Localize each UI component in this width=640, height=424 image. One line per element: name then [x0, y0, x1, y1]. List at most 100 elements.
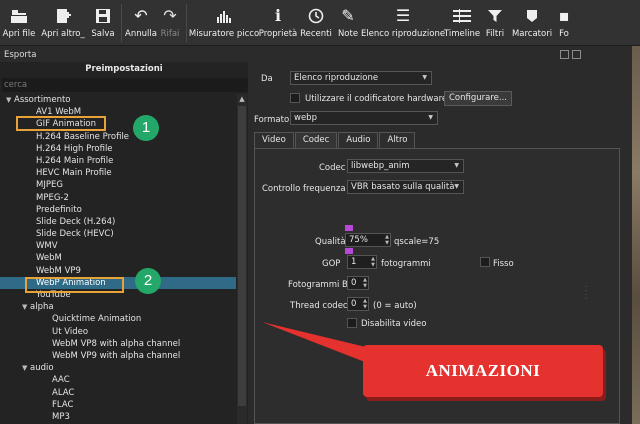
filters-button[interactable]: Filtri: [480, 0, 510, 45]
b-frames-label: Fotogrammi B: [288, 280, 348, 290]
close-panel-icon[interactable]: [572, 50, 581, 59]
format-select[interactable]: webp ▼: [290, 111, 438, 125]
info-icon: i: [274, 6, 282, 25]
tree-item-label: WebM VP8 with alpha channel: [52, 338, 181, 349]
peak-meter-icon: [216, 5, 232, 27]
quality-spinbox[interactable]: 75% ▲ ▼: [345, 233, 391, 247]
tree-item-label: WMV: [36, 241, 58, 252]
tree-item[interactable]: Slide Deck (H.264): [0, 216, 236, 228]
scroll-up-icon[interactable]: ▲: [237, 94, 247, 104]
tree-item-label: HEVC Main Profile: [36, 168, 112, 179]
tree-group[interactable]: ▼ audio: [0, 362, 236, 374]
gop-label: GOP: [322, 259, 341, 269]
markers-button[interactable]: Marcatori: [510, 0, 554, 45]
tree-item-label: alpha: [30, 302, 54, 313]
undo-button[interactable]: ↶ Annulla: [125, 0, 157, 45]
expand-arrow-icon[interactable]: ▼: [22, 301, 30, 313]
tab-audio[interactable]: Audio: [338, 132, 379, 148]
presets-scrollbar[interactable]: ▲: [237, 94, 247, 424]
tree-item[interactable]: MJPEG: [0, 179, 236, 191]
configure-button[interactable]: Configurare...: [444, 91, 513, 106]
tree-item-label: WebM VP9 with alpha channel: [52, 350, 181, 361]
tree-item-label: MPEG-2: [36, 192, 69, 203]
tree-item[interactable]: Predefinito: [0, 204, 236, 216]
tree-item-label: MJPEG: [36, 180, 63, 191]
recent-button[interactable]: Recenti: [298, 0, 334, 45]
notes-icon: ✎: [341, 6, 355, 25]
scrollbar-thumb[interactable]: [238, 106, 246, 406]
video-preview-edge: [632, 46, 640, 424]
hw-encoder-checkbox[interactable]: [290, 93, 300, 103]
peak-meter-button[interactable]: Misuratore picco: [189, 0, 259, 45]
spin-arrows-icon[interactable]: ▲ ▼: [371, 256, 375, 268]
spin-arrows-icon[interactable]: ▲ ▼: [363, 298, 367, 310]
tree-group[interactable]: ▼ Assortimento: [0, 94, 236, 106]
tree-item[interactable]: ALAC: [0, 387, 236, 399]
spin-arrows-icon[interactable]: ▲ ▼: [363, 277, 367, 289]
timeline-icon: [453, 5, 471, 27]
open-file-button[interactable]: Apri file: [0, 0, 38, 45]
tree-item[interactable]: HEVC Main Profile: [0, 167, 236, 179]
toolbar-separator: [121, 4, 122, 42]
fixed-gop-checkbox[interactable]: [480, 257, 490, 267]
toolbar-separator: [186, 4, 187, 42]
open-other-button[interactable]: Apri altro_: [38, 0, 88, 45]
tree-item-label: FLAC: [52, 399, 74, 410]
tree-group[interactable]: ▼ alpha: [0, 301, 236, 313]
playlist-icon: ☰: [395, 6, 411, 25]
b-frames-spinbox[interactable]: 0 ▲ ▼: [347, 276, 369, 290]
tree-item[interactable]: H.264 Main Profile: [0, 155, 236, 167]
tree-item[interactable]: Quicktime Animation: [0, 313, 236, 325]
expand-arrow-icon[interactable]: ▼: [22, 362, 30, 374]
codec-select[interactable]: libwebp_anim ▼: [347, 159, 464, 173]
tree-item[interactable]: H.264 Baseline Profile: [0, 131, 236, 143]
tree-item-label: Ut Video: [52, 326, 89, 337]
tree-item[interactable]: WebM VP9: [0, 265, 236, 277]
tab-codec[interactable]: Codec: [294, 132, 338, 148]
tree-item[interactable]: Slide Deck (HEVC): [0, 228, 236, 240]
float-panel-icon[interactable]: [560, 50, 569, 59]
more-button[interactable]: ▪ Fo: [554, 0, 574, 45]
timeline-button[interactable]: Timeline: [444, 0, 480, 45]
presets-search-input[interactable]: cerca: [2, 78, 248, 92]
hw-encoder-label: Utilizzare il codificatore hardware: [305, 94, 448, 104]
tree-item-label: MP3: [52, 411, 70, 422]
tree-item[interactable]: FLAC: [0, 399, 236, 411]
save-button[interactable]: Salva: [88, 0, 118, 45]
tree-item-label: H.264 Baseline Profile: [36, 131, 130, 142]
tree-item[interactable]: WMV: [0, 240, 236, 252]
notes-button[interactable]: ✎ Note: [334, 0, 362, 45]
properties-button[interactable]: i Proprietà: [258, 0, 298, 45]
more-icon: ▪: [558, 6, 570, 25]
panel-title: Esporta: [4, 50, 37, 60]
redo-button[interactable]: ↷ Rifai: [157, 0, 183, 45]
tree-item[interactable]: Ut Video: [0, 326, 236, 338]
rate-control-select[interactable]: VBR basato sulla qualità ▼: [347, 180, 464, 194]
tree-item[interactable]: AAC: [0, 374, 236, 386]
tab-video[interactable]: Video: [254, 132, 294, 148]
playlist-button[interactable]: ☰ Elenco riproduzione: [361, 0, 445, 45]
quality-note: qscale=75: [394, 237, 440, 247]
tree-item-label: H.264 High Profile: [36, 143, 113, 154]
callout-pointer: [262, 322, 370, 364]
tree-item[interactable]: WebM VP9 with alpha channel: [0, 350, 236, 362]
rate-control-label: Controllo frequenza: [262, 184, 346, 194]
tree-item[interactable]: WebM: [0, 252, 236, 264]
splitter-handle[interactable]: · · · ·: [585, 285, 587, 303]
codec-threads-spinbox[interactable]: 0 ▲ ▼: [347, 297, 369, 311]
tab-other[interactable]: Altro: [379, 132, 416, 148]
from-select[interactable]: Elenco riproduzione ▼: [290, 71, 432, 85]
tree-item[interactable]: WebM VP8 with alpha channel: [0, 338, 236, 350]
presets-header: Preimpostazioni: [85, 64, 163, 74]
tree-item[interactable]: H.264 High Profile: [0, 143, 236, 155]
tree-item-label: AAC: [52, 375, 70, 386]
chevron-down-icon: ▼: [428, 114, 433, 121]
spin-arrows-icon[interactable]: ▲ ▼: [385, 234, 389, 246]
tree-item[interactable]: MPEG-2: [0, 192, 236, 204]
gop-spinbox[interactable]: 1 ▲ ▼: [347, 255, 377, 269]
tree-item[interactable]: MP3: [0, 411, 236, 423]
tree-item-label: Assortimento: [14, 95, 71, 105]
chevron-down-icon: ▼: [422, 74, 427, 81]
expand-arrow-icon[interactable]: ▼: [6, 94, 14, 106]
tree-item-label: Predefinito: [36, 204, 82, 215]
